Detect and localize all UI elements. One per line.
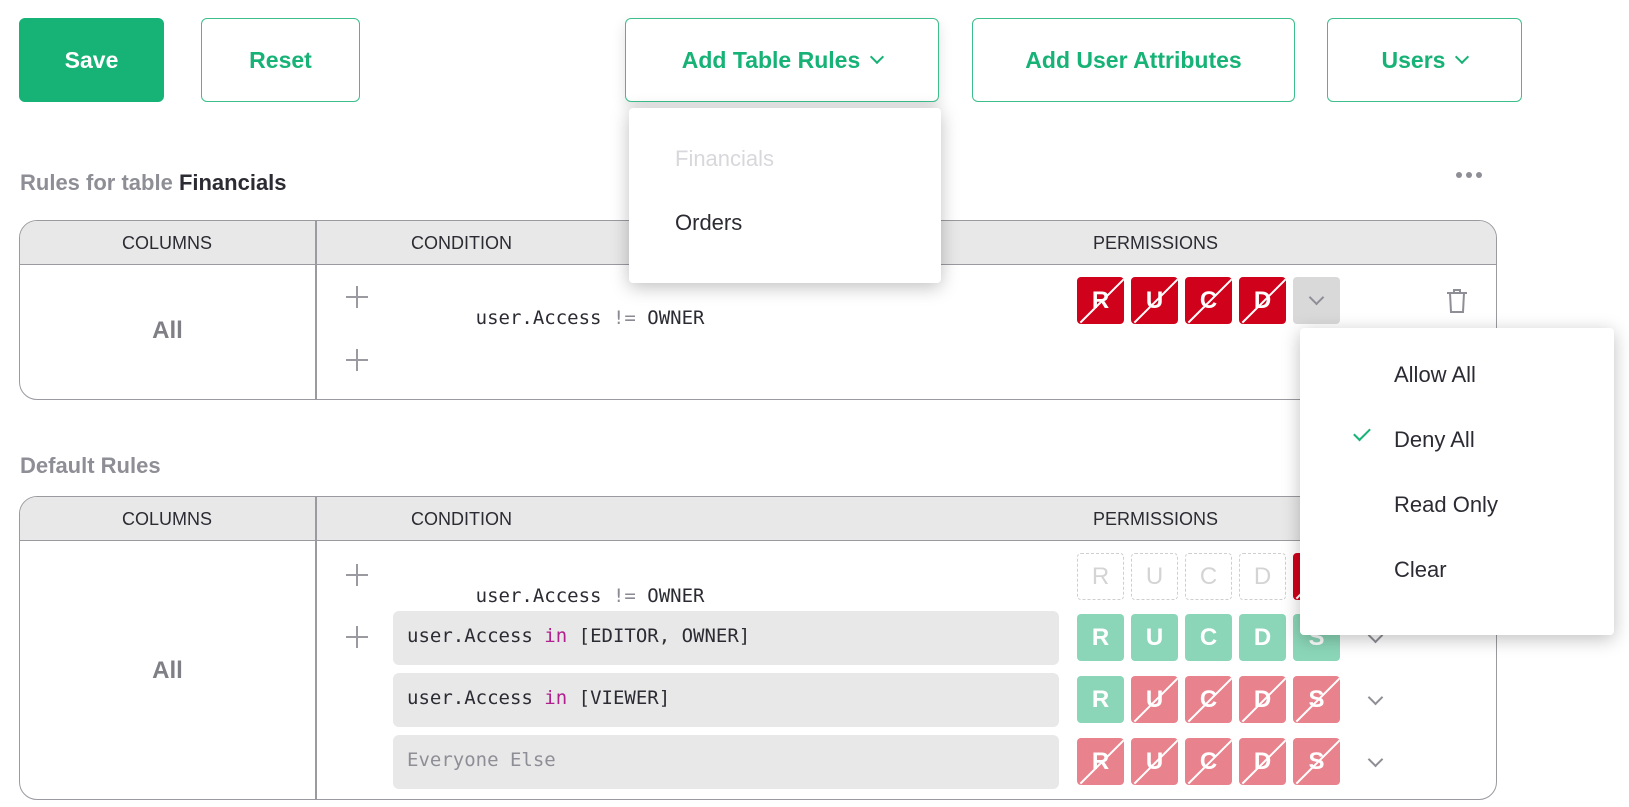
permission-toggles: R U C D S <box>1077 738 1340 785</box>
row-preset-dropdown[interactable] <box>1360 685 1390 715</box>
header-columns: COLUMNS <box>122 509 213 529</box>
menu-item-clear[interactable]: Clear <box>1394 557 1447 583</box>
header-condition: CONDITION <box>411 509 512 529</box>
header-permissions: PERMISSIONS <box>1093 233 1219 253</box>
permission-update[interactable]: U <box>1131 614 1178 661</box>
permission-delete[interactable]: D <box>1239 553 1286 600</box>
permission-toggles: R U C D S <box>1077 676 1340 723</box>
permission-delete[interactable]: D <box>1239 676 1286 723</box>
add-condition-icon[interactable] <box>346 626 368 648</box>
permission-preset-dropdown[interactable] <box>1293 277 1340 324</box>
save-button[interactable]: Save <box>19 18 164 102</box>
users-label: Users <box>1381 46 1446 73</box>
users-button[interactable]: Users <box>1327 18 1522 102</box>
permission-read[interactable]: R <box>1077 277 1124 324</box>
more-options-icon[interactable] <box>1456 172 1482 178</box>
trash-icon[interactable] <box>1444 287 1470 315</box>
permission-delete[interactable]: D <box>1239 614 1286 661</box>
section-title-prefix: Rules for table <box>20 170 173 195</box>
add-table-rules-button[interactable]: Add Table Rules <box>625 18 939 102</box>
financials-section-title: Rules for table Financials <box>20 170 287 196</box>
permission-select[interactable]: S <box>1293 738 1340 785</box>
header-columns: COLUMNS <box>122 233 213 253</box>
permission-create[interactable]: C <box>1185 614 1232 661</box>
permission-delete[interactable]: D <box>1239 277 1286 324</box>
permission-delete[interactable]: D <box>1239 738 1286 785</box>
condition-field[interactable]: user.Access in [EDITOR, OWNER] <box>393 611 1059 665</box>
menu-item-read-only[interactable]: Read Only <box>1394 492 1498 518</box>
permission-update[interactable]: U <box>1131 738 1178 785</box>
condition-field[interactable]: Everyone Else <box>393 735 1059 789</box>
add-condition-icon[interactable] <box>346 564 368 586</box>
section-table-name: Financials <box>178 170 287 195</box>
reset-button[interactable]: Reset <box>201 18 360 102</box>
condition-text: user.Access in [EDITOR, OWNER] <box>407 625 751 647</box>
permission-read[interactable]: R <box>1077 553 1124 600</box>
menu-item-deny-all[interactable]: Deny All <box>1394 427 1475 453</box>
chevron-down-icon <box>1367 751 1383 767</box>
permission-create[interactable]: C <box>1185 676 1232 723</box>
add-condition-icon[interactable] <box>346 286 368 308</box>
add-table-rules-label: Add Table Rules <box>681 46 861 73</box>
permission-update[interactable]: U <box>1131 676 1178 723</box>
condition-placeholder: Everyone Else <box>407 749 556 771</box>
permission-update[interactable]: U <box>1131 277 1178 324</box>
header-permissions: PERMISSIONS <box>1093 509 1219 529</box>
permission-preset-menu: Allow All Deny All Read Only Clear <box>1300 328 1614 635</box>
table-header: COLUMNS CONDITION PERMISSIONS <box>20 497 1496 541</box>
permission-create[interactable]: C <box>1185 738 1232 785</box>
columns-value: All <box>152 317 183 344</box>
chevron-down-icon <box>1367 689 1383 705</box>
permission-read[interactable]: R <box>1077 614 1124 661</box>
menu-item-financials: Financials <box>675 146 775 171</box>
default-rules-table: COLUMNS CONDITION PERMISSIONS All user.A… <box>19 496 1497 800</box>
permission-create[interactable]: C <box>1185 277 1232 324</box>
save-button-label: Save <box>64 46 119 73</box>
table-rules-menu: Financials Orders <box>629 108 941 283</box>
condition-field[interactable]: user.Access in [VIEWER] <box>393 673 1059 727</box>
condition-text: user.Access in [VIEWER] <box>407 687 671 709</box>
add-user-attributes-label: Add User Attributes <box>1025 46 1242 73</box>
menu-item-orders[interactable]: Orders <box>675 210 742 236</box>
chevron-down-icon <box>1455 49 1470 65</box>
columns-value: All <box>152 657 183 684</box>
check-icon <box>1353 423 1371 442</box>
permission-read[interactable]: R <box>1077 676 1124 723</box>
permission-update[interactable]: U <box>1131 553 1178 600</box>
permission-toggles: R U C D <box>1077 277 1340 324</box>
chevron-down-icon <box>1308 289 1325 306</box>
add-user-attributes-button[interactable]: Add User Attributes <box>972 18 1295 102</box>
header-condition: CONDITION <box>411 233 512 253</box>
permission-select[interactable]: S <box>1293 676 1340 723</box>
permission-read[interactable]: R <box>1077 738 1124 785</box>
menu-item-allow-all[interactable]: Allow All <box>1394 362 1476 388</box>
default-rules-title: Default Rules <box>20 453 161 478</box>
reset-button-label: Reset <box>249 46 312 73</box>
row-preset-dropdown[interactable] <box>1360 747 1390 777</box>
permission-create[interactable]: C <box>1185 553 1232 600</box>
add-condition-icon[interactable] <box>346 349 368 371</box>
condition-text[interactable]: user.Access != OWNER <box>407 285 705 351</box>
chevron-down-icon <box>870 49 885 65</box>
